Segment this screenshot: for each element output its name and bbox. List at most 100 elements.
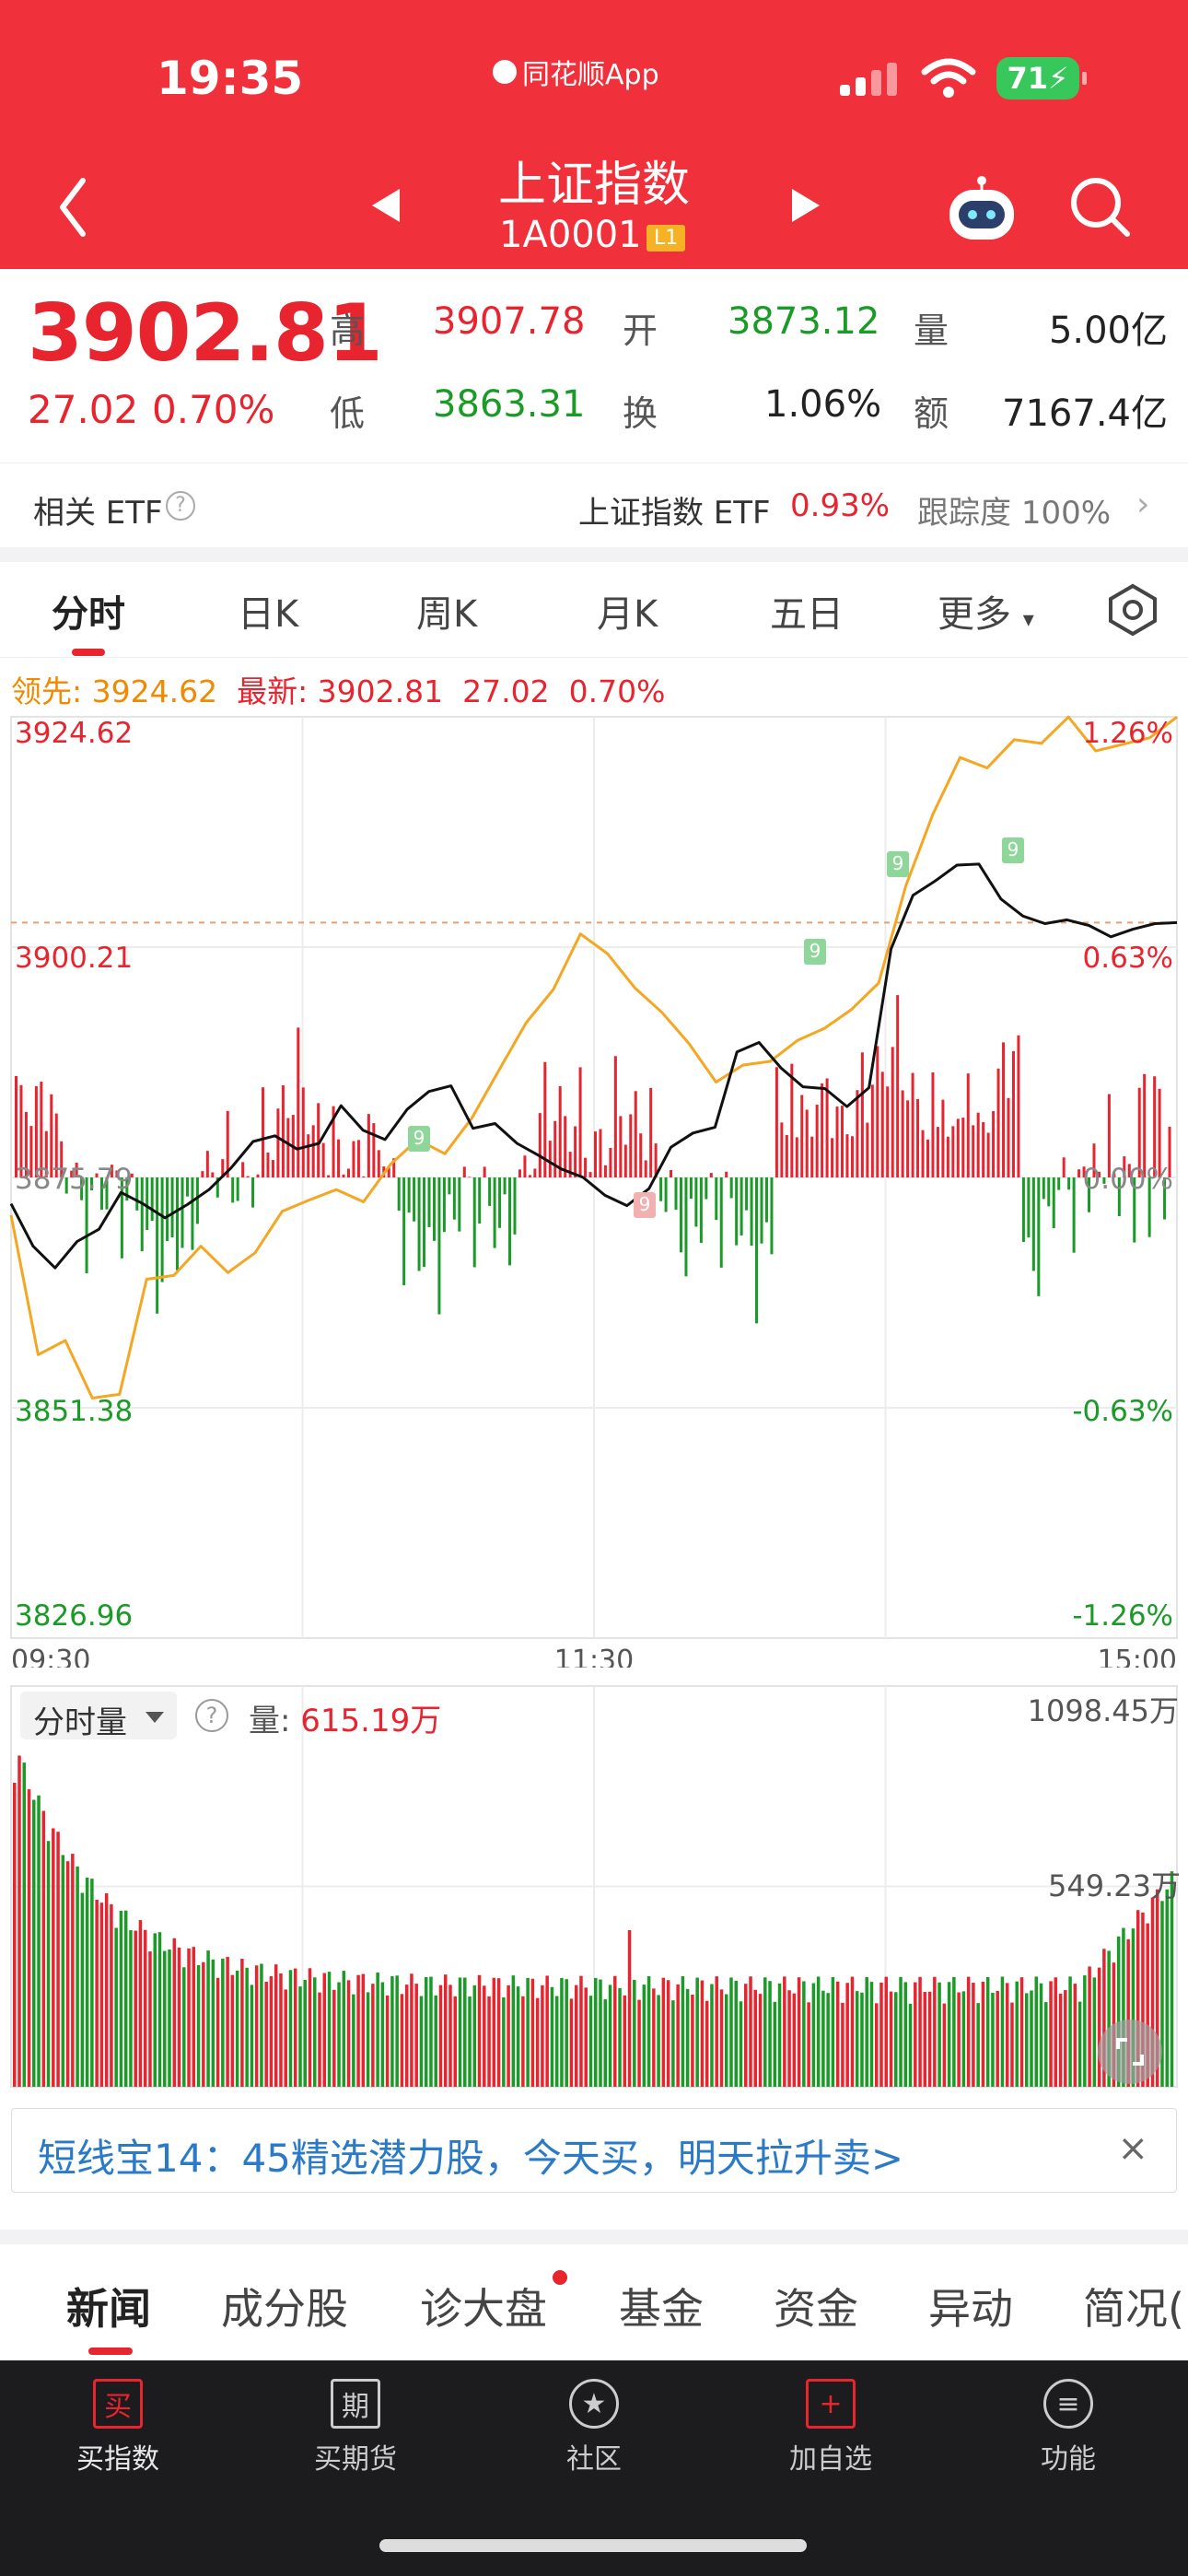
volume-bar-down bbox=[76, 1866, 79, 2087]
volume-bar-up bbox=[274, 1964, 278, 2087]
volume-bar-up bbox=[284, 1989, 287, 2087]
tab-capital[interactable]: 资金 bbox=[774, 2276, 858, 2336]
breadth-bar-up bbox=[548, 1141, 552, 1177]
volume-bar-down bbox=[157, 1932, 162, 2087]
help-icon[interactable]: ? bbox=[166, 491, 195, 521]
breadth-bar-up bbox=[533, 1168, 537, 1177]
expand-chart-icon[interactable] bbox=[1098, 2020, 1162, 2084]
nav-community[interactable]: ★ 社区 bbox=[502, 2379, 686, 2476]
app-name: 同花顺App bbox=[522, 59, 659, 91]
breadth-bar-up bbox=[825, 1078, 829, 1177]
breadth-bar-down bbox=[160, 1177, 164, 1282]
breadth-bar-up bbox=[996, 1068, 1000, 1177]
volume-bar-down bbox=[221, 1958, 225, 2087]
volume-bar-up bbox=[264, 1981, 268, 2087]
volume-bar-down bbox=[1034, 1976, 1039, 2087]
active-tab-indicator bbox=[88, 2348, 133, 2355]
tab-monthly-k[interactable]: 月K bbox=[597, 584, 658, 638]
breadth-bar-up bbox=[946, 1136, 949, 1177]
tab-movements[interactable]: 异动 bbox=[928, 2276, 1013, 2336]
chart-settings-icon[interactable] bbox=[1107, 582, 1159, 638]
breadth-bar-up bbox=[226, 1110, 229, 1177]
active-tab-indicator bbox=[72, 649, 105, 656]
amount-value: 7167.4亿 bbox=[1002, 392, 1168, 435]
breadth-bar-up bbox=[805, 1109, 809, 1177]
breadth-bar-down bbox=[729, 1177, 733, 1199]
tracking-label: 跟踪度 100% bbox=[917, 487, 1111, 533]
volume-bar-down bbox=[869, 1982, 874, 2087]
volume-bar-down bbox=[685, 1988, 690, 2087]
volume-bar-down bbox=[681, 1976, 685, 2087]
volume-bar-up bbox=[202, 1961, 205, 2087]
breadth-bar-up bbox=[835, 1107, 839, 1177]
tab-five-day[interactable]: 五日 bbox=[770, 584, 844, 638]
nav-add-watchlist[interactable]: + 加自选 bbox=[739, 2379, 923, 2476]
volume-bar-down bbox=[153, 1933, 157, 2087]
latest-label: 最新: bbox=[237, 673, 318, 709]
breadth-bar-up bbox=[815, 1104, 819, 1177]
next-stock-icon[interactable] bbox=[792, 189, 820, 222]
tab-news[interactable]: 新闻 bbox=[66, 2276, 151, 2336]
volume-bar-up bbox=[134, 1930, 137, 2087]
promo-text[interactable]: 短线宝14：45精选潜力股，今天买，明天拉升卖> bbox=[38, 2127, 903, 2184]
volume-bar-down bbox=[463, 1977, 467, 2087]
nav-buy-futures[interactable]: 期 买期货 bbox=[263, 2379, 448, 2476]
tab-diagnosis[interactable]: 诊大盘 bbox=[420, 2276, 547, 2336]
amount-label: 额 bbox=[914, 393, 949, 434]
breadth-bar-up bbox=[876, 1046, 879, 1177]
volume-selector[interactable]: 分时量 bbox=[20, 1692, 177, 1741]
promo-banner[interactable]: 短线宝14：45精选潜力股，今天买，明天拉升卖> × bbox=[11, 2108, 1177, 2193]
app-logo-icon bbox=[493, 60, 517, 84]
tab-more[interactable]: 更多 ▾ bbox=[938, 584, 1034, 638]
battery-level: 71 bbox=[1007, 61, 1049, 96]
quote-panel: 3902.81 27.02 0.70% 高 3907.78 开 3873.12 … bbox=[0, 269, 1188, 463]
volume-bar-down bbox=[196, 1965, 201, 2087]
breadth-bar-up bbox=[356, 1140, 360, 1177]
tab-weekly-k[interactable]: 周K bbox=[416, 584, 477, 638]
tab-funds[interactable]: 基金 bbox=[619, 2276, 704, 2336]
volume-bar-down bbox=[245, 1967, 249, 2087]
volume-bar-up bbox=[226, 1957, 229, 2087]
breadth-bar-down bbox=[503, 1177, 507, 1195]
breadth-bar-up bbox=[956, 1118, 960, 1177]
chevron-right-icon: › bbox=[1136, 486, 1150, 523]
breadth-bar-down bbox=[181, 1177, 184, 1248]
x-axis-label: 15:00 bbox=[1098, 1645, 1177, 1668]
volume-bar-up bbox=[841, 2002, 844, 2087]
volume-bar-up bbox=[230, 1974, 235, 2087]
wifi-icon bbox=[921, 58, 976, 98]
volume-bar-down bbox=[352, 1994, 355, 2087]
volume-bar-up bbox=[41, 1810, 46, 2087]
tab-intraday[interactable]: 分时 bbox=[52, 584, 125, 638]
breadth-bar-up bbox=[286, 1118, 290, 1177]
volume-bar-down bbox=[1077, 2001, 1082, 2087]
volume-bar-up bbox=[1088, 1966, 1091, 2087]
tab-profile[interactable]: 简况( bbox=[1083, 2276, 1184, 2336]
volume-help-icon[interactable]: ? bbox=[195, 1699, 228, 1732]
volume-bar-down bbox=[380, 1982, 385, 2087]
volume-bar-up bbox=[835, 1981, 840, 2087]
signal-marker-label: 9 bbox=[809, 940, 821, 962]
volume-bar-up bbox=[787, 1990, 791, 2087]
volume-chart bbox=[10, 1685, 1178, 2088]
x-axis-label: 09:30 bbox=[11, 1645, 90, 1668]
nav-functions[interactable]: ≡ 功能 bbox=[976, 2379, 1160, 2476]
breadth-bar-down bbox=[146, 1177, 149, 1230]
volume-bar-up bbox=[215, 1977, 220, 2087]
breadth-bar-up bbox=[205, 1151, 209, 1177]
volume-bar-down bbox=[288, 1970, 293, 2087]
nav-buy-index[interactable]: 买 买指数 bbox=[26, 2379, 210, 2476]
close-icon[interactable]: × bbox=[1117, 2127, 1148, 2170]
status-time: 19:35 bbox=[157, 52, 304, 105]
breadth-bar-up bbox=[856, 1090, 859, 1177]
community-icon: ★ bbox=[569, 2379, 619, 2429]
intraday-chart[interactable]: 9 9 9 9 9 3924.62 3900.21 3875.79 3851.38 3826.9… bbox=[0, 709, 1188, 1668]
volume-bar-down bbox=[337, 1982, 341, 2087]
tab-constituents[interactable]: 成分股 bbox=[221, 2276, 348, 2336]
search-icon[interactable] bbox=[1068, 175, 1133, 240]
related-etf-bar[interactable]: 相关 ETF ? 上证指数 ETF 0.93% 跟踪度 100% › bbox=[0, 463, 1188, 547]
robot-assistant-icon[interactable] bbox=[944, 175, 1019, 243]
breadth-bar-down bbox=[236, 1177, 239, 1201]
tab-daily-k[interactable]: 日K bbox=[238, 584, 298, 638]
breadth-bar-down bbox=[755, 1177, 759, 1324]
